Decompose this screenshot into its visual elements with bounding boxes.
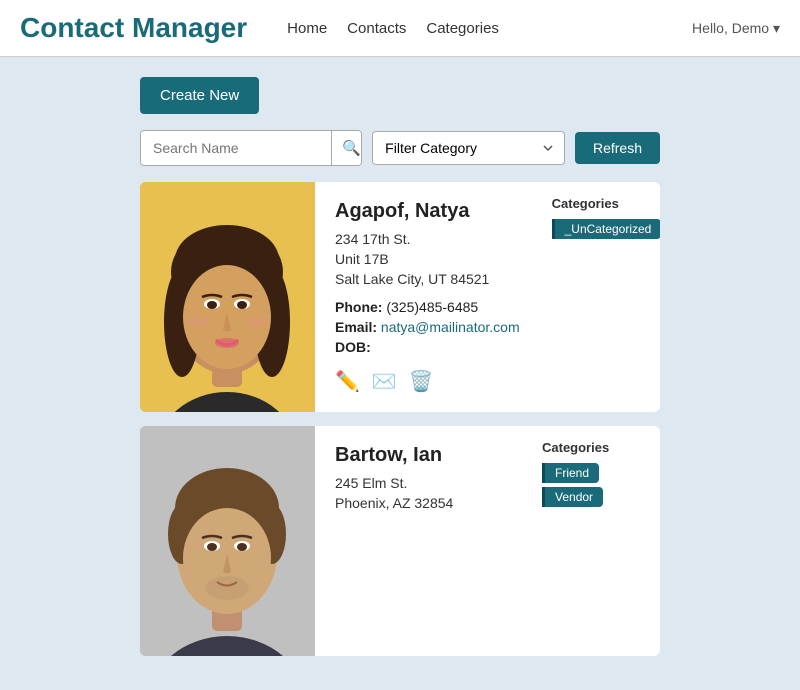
contact-name: Agapof, Natya	[335, 200, 520, 223]
nav-categories[interactable]: Categories	[426, 20, 499, 37]
contact-address1: 234 17th St.	[335, 231, 520, 247]
categories-label-2: Categories	[542, 440, 609, 455]
header: Contact Manager Home Contacts Categories…	[0, 0, 800, 57]
nav-home[interactable]: Home	[287, 20, 327, 37]
contact-address1-2: 245 Elm St.	[335, 475, 510, 491]
contact-phone: Phone: (325)485-6485	[335, 299, 520, 315]
contact-email-link[interactable]: natya@mailinator.com	[381, 319, 520, 335]
contact-card-2: Bartow, Ian 245 Elm St. Phoenix, AZ 3285…	[140, 426, 660, 656]
nav-contacts[interactable]: Contacts	[347, 20, 406, 37]
search-input[interactable]	[141, 132, 331, 164]
create-new-button[interactable]: Create New	[140, 77, 259, 114]
category-badge-vendor[interactable]: Vendor	[542, 487, 603, 507]
user-menu[interactable]: Hello, Demo ▾	[692, 20, 780, 37]
contact-categories-2: Categories Friend Vendor	[530, 426, 660, 656]
contact-info-2: Bartow, Ian 245 Elm St. Phoenix, AZ 3285…	[315, 426, 530, 656]
edit-icon[interactable]: ✏️	[335, 369, 360, 394]
action-icons: ✏️ ✉️ 🗑️	[335, 369, 520, 394]
contact-details: Phone: (325)485-6485 Email: natya@mailin…	[335, 299, 520, 355]
search-button[interactable]: 🔍	[331, 131, 362, 165]
app-title: Contact Manager	[20, 12, 247, 44]
contact-categories: Categories _UnCategorized	[540, 182, 660, 412]
search-row: 🔍 Filter Category Refresh	[140, 130, 660, 166]
refresh-button[interactable]: Refresh	[575, 132, 660, 164]
contact-address2: Unit 17B	[335, 251, 520, 267]
main-content: Create New 🔍 Filter Category Refresh	[0, 57, 800, 690]
category-badge-friend[interactable]: Friend	[542, 463, 599, 483]
filter-category-select[interactable]: Filter Category	[372, 131, 565, 165]
category-badge[interactable]: _UnCategorized	[552, 219, 660, 239]
contact-name-2: Bartow, Ian	[335, 444, 510, 467]
contact-photo-2	[140, 426, 315, 656]
contact-dob: DOB:	[335, 339, 520, 355]
contact-address3: Salt Lake City, UT 84521	[335, 271, 520, 287]
delete-icon[interactable]: 🗑️	[409, 369, 434, 394]
contact-info: Agapof, Natya 234 17th St. Unit 17B Salt…	[315, 182, 540, 412]
contact-email: Email: natya@mailinator.com	[335, 319, 520, 335]
contact-card: Agapof, Natya 234 17th St. Unit 17B Salt…	[140, 182, 660, 412]
categories-label: Categories	[552, 196, 619, 211]
search-box: 🔍	[140, 130, 362, 166]
toolbar: Create New	[140, 77, 660, 114]
contact-address3-2: Phoenix, AZ 32854	[335, 495, 510, 511]
main-nav: Home Contacts Categories	[287, 20, 662, 37]
email-icon[interactable]: ✉️	[372, 369, 397, 394]
contact-photo	[140, 182, 315, 412]
